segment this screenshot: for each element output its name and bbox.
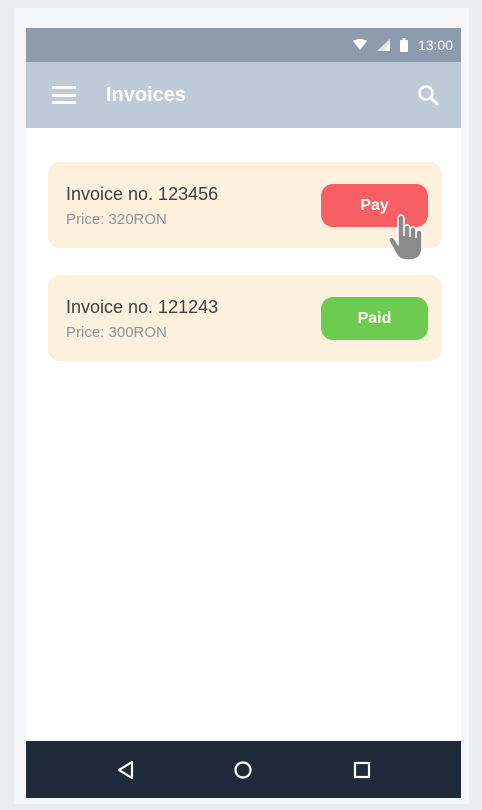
- invoice-card-121243: Invoice no. 121243 Price: 300RON Paid: [48, 275, 442, 361]
- paid-button[interactable]: Paid: [321, 297, 428, 340]
- invoice-price: Price: 300RON: [66, 324, 167, 341]
- status-bar: 13:00: [26, 28, 461, 62]
- invoice-title: Invoice no. 123456: [66, 184, 219, 204]
- search-icon[interactable]: [417, 84, 439, 106]
- invoice-price: Price: 320RON: [66, 211, 167, 228]
- app-bar: Invoices: [26, 62, 461, 128]
- status-time: 13:00: [417, 37, 453, 53]
- android-nav-bar: [26, 741, 461, 798]
- invoice-card-123456: Invoice no. 123456 Price: 320RON Pay: [48, 162, 442, 248]
- recents-icon[interactable]: [350, 758, 374, 782]
- page-title: Invoices: [106, 83, 187, 106]
- back-icon[interactable]: [113, 758, 137, 782]
- home-icon[interactable]: [231, 758, 255, 782]
- pay-button[interactable]: Pay: [321, 184, 428, 227]
- invoice-title: Invoice no. 121243: [66, 297, 219, 317]
- signal-icon: [376, 39, 390, 51]
- phone-screen: 13:00 Invoices Invoice no. 123456 Price:…: [26, 28, 461, 798]
- battery-icon: [399, 38, 408, 52]
- menu-icon[interactable]: [52, 86, 76, 104]
- wifi-icon: [352, 39, 367, 51]
